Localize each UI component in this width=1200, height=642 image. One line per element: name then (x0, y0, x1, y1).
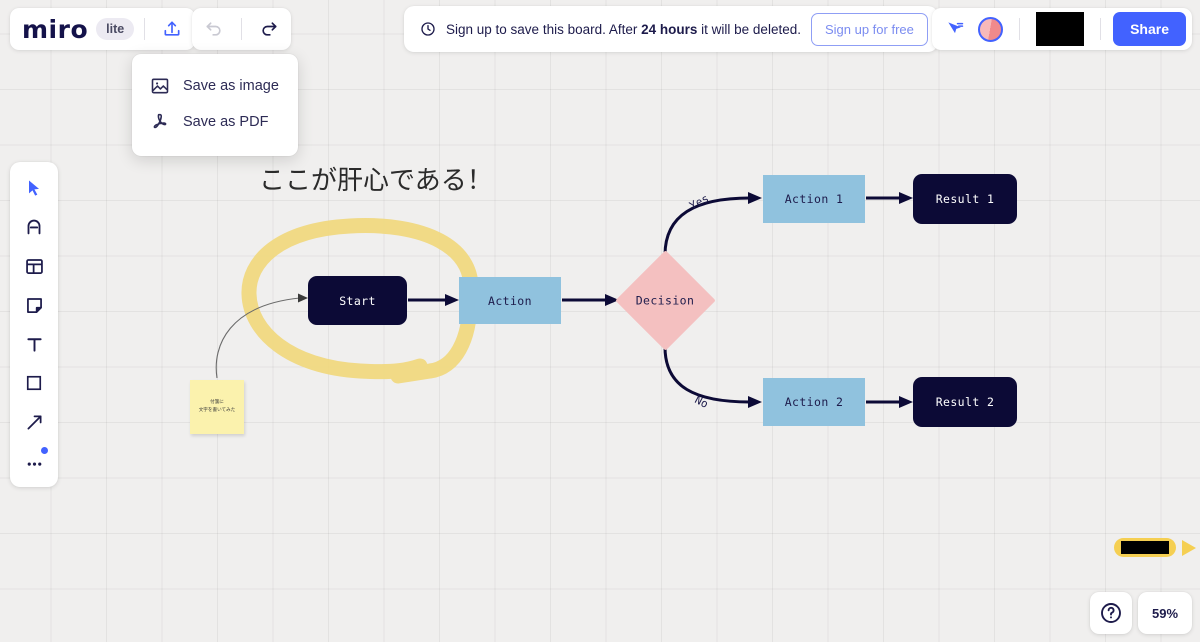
pdf-icon (153, 113, 167, 129)
tool-shape[interactable] (15, 365, 53, 401)
share-button[interactable]: Share (1113, 12, 1186, 46)
flow-node-result-1[interactable]: Result 1 (913, 174, 1017, 224)
sticky-note-icon (26, 297, 42, 313)
banner-text-bold: 24 hours (641, 21, 698, 37)
divider (1019, 18, 1021, 40)
divider (241, 18, 242, 40)
banner-message: Sign up to save this board. After 24 hou… (446, 22, 801, 37)
export-button[interactable] (155, 12, 189, 46)
image-icon (151, 78, 169, 94)
tool-pen[interactable] (15, 209, 53, 245)
banner-text-after: it will be deleted. (697, 21, 801, 37)
flow-node-action-1[interactable]: Action 1 (763, 175, 865, 223)
menu-item-save-as-image[interactable]: Save as image (132, 68, 298, 104)
flow-node-action[interactable]: Action (459, 277, 561, 324)
export-dropdown-menu: Save as image Save as PDF (132, 54, 298, 156)
square-icon (26, 375, 42, 391)
signup-banner: Sign up to save this board. After 24 hou… (404, 6, 938, 52)
flow-node-result-2[interactable]: Result 2 (913, 377, 1017, 427)
yellow-triangle-shape[interactable] (1182, 540, 1196, 556)
tool-text[interactable] (15, 326, 53, 362)
cursor-share-button[interactable] (938, 12, 972, 46)
history-toolbar (192, 8, 291, 50)
board-title-text[interactable]: ここが肝心である！ (259, 160, 493, 197)
redacted-board-object[interactable] (1114, 538, 1176, 557)
cursor-icon (29, 180, 39, 196)
undo-button[interactable] (197, 12, 231, 46)
redacted-chip (1036, 12, 1085, 46)
text-icon (26, 337, 42, 352)
top-right-toolbar: Share (932, 8, 1192, 50)
tool-select[interactable] (15, 170, 53, 206)
left-tools-toolbar (10, 162, 58, 487)
sticky-note[interactable]: 付箋に 文字を書いてみた (190, 380, 244, 434)
menu-item-save-as-pdf-label: Save as PDF (183, 114, 269, 130)
more-tools-badge (41, 447, 48, 454)
flow-node-start[interactable]: Start (308, 276, 407, 325)
redaction-block (1121, 541, 1169, 554)
logo-toolbar: miro lite (10, 8, 196, 50)
divider (1100, 18, 1102, 40)
edition-badge: lite (96, 18, 135, 40)
redo-icon (262, 22, 277, 36)
sticky-note-line-1: 付箋に (210, 399, 224, 405)
miro-board-app: Yes No ここが肝心である！ Start Action Decision A… (0, 0, 1200, 642)
banner-text-before: Sign up to save this board. After (446, 21, 642, 37)
redo-button[interactable] (252, 12, 286, 46)
zoom-level-button[interactable]: 59% (1138, 592, 1192, 634)
clock-icon (421, 22, 435, 36)
question-mark-icon (1101, 603, 1121, 623)
sign-up-for-free-button[interactable]: Sign up for free (810, 12, 928, 46)
user-avatar[interactable] (978, 16, 1004, 42)
tool-arrow[interactable] (15, 404, 53, 440)
flow-node-action-2[interactable]: Action 2 (763, 378, 865, 426)
ellipsis-icon (27, 462, 41, 466)
undo-icon (206, 22, 221, 36)
pen-icon (27, 219, 41, 235)
template-icon (25, 258, 43, 274)
help-button[interactable] (1090, 592, 1132, 634)
arrow-icon (27, 415, 41, 429)
sticky-note-line-2: 文字を書いてみた (198, 407, 236, 413)
miro-logo[interactable]: miro (22, 17, 88, 42)
menu-item-save-as-pdf[interactable]: Save as PDF (132, 104, 298, 140)
flow-node-decision-label: Decision (636, 293, 695, 308)
upload-export-icon (164, 21, 180, 36)
menu-item-save-as-image-label: Save as image (183, 78, 279, 94)
tool-sticky-note[interactable] (15, 287, 53, 323)
divider (144, 18, 146, 40)
tool-more[interactable] (15, 443, 53, 479)
tool-template[interactable] (15, 248, 53, 284)
cursor-share-icon (948, 22, 964, 34)
